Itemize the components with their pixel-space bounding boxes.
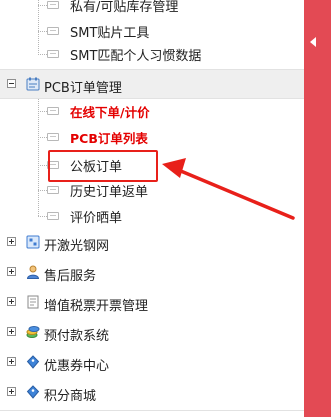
expand-icon[interactable] <box>7 237 16 246</box>
tree-item-label: 私有/可贴库存管理 <box>70 0 179 15</box>
coins-icon <box>26 326 40 338</box>
annotation-highlight-box <box>48 150 158 182</box>
tree-item-smt-habit[interactable]: SMT匹配个人习惯数据 <box>38 42 288 66</box>
coupon-icon <box>26 355 40 369</box>
tree-group-after-sales[interactable]: 售后服务 <box>0 258 304 288</box>
document-icon <box>47 1 59 9</box>
tree-item-private-inventory[interactable]: 私有/可贴库存管理 <box>38 0 288 17</box>
tree-item-label: SMT贴片工具 <box>70 25 150 41</box>
tree-group-label: PCB订单管理 <box>44 81 122 96</box>
tree-item-smt-tool[interactable]: SMT贴片工具 <box>38 19 288 43</box>
points-icon <box>26 385 40 399</box>
tree-group-pcb-orders[interactable]: PCB订单管理 <box>0 69 304 99</box>
expand-icon[interactable] <box>7 357 16 366</box>
document-icon <box>47 50 59 58</box>
invoice-icon <box>27 295 39 309</box>
tree-group-label: 预付款系统 <box>44 329 110 344</box>
document-icon <box>47 27 59 35</box>
tree-item-online-order[interactable]: 在线下单/计价 <box>38 99 288 123</box>
collapse-sidebar-bar[interactable] <box>304 0 331 417</box>
tree-group-points-mall[interactable]: 积分商城 <box>0 378 304 408</box>
tree-group-coupons[interactable]: 优惠券中心 <box>0 348 304 378</box>
expand-icon[interactable] <box>7 267 16 276</box>
tree-group-label: 积分商城 <box>44 389 97 404</box>
tree-group-laser-stencil[interactable]: 开激光钢网 <box>0 228 304 258</box>
tree-item-pcb-order-list[interactable]: PCB订单列表 <box>38 125 288 149</box>
tree-item-label: 在线下单/计价 <box>70 104 150 120</box>
tree-group-prepayment[interactable]: 预付款系统 <box>0 318 304 348</box>
tree-group-label: 开激光钢网 <box>44 239 110 254</box>
expand-icon[interactable] <box>7 327 16 336</box>
order-folder-icon <box>26 77 40 91</box>
document-icon <box>47 186 59 194</box>
document-icon <box>47 133 59 141</box>
tree-group-vat-invoice[interactable]: 增值税票开票管理 <box>0 288 304 318</box>
expand-icon[interactable] <box>7 297 16 306</box>
document-icon <box>47 212 59 220</box>
expand-icon[interactable] <box>7 387 16 396</box>
collapse-left-icon[interactable] <box>310 37 316 47</box>
sidebar-tree: 私有/可贴库存管理 SMT贴片工具 SMT匹配个人习惯数据 PCB订单管理 在线… <box>0 0 304 417</box>
divider <box>0 410 304 411</box>
tree-item-label: PCB订单列表 <box>70 130 148 146</box>
collapse-icon[interactable] <box>7 79 16 88</box>
document-icon <box>47 107 59 115</box>
tree-item-label: 历史订单返单 <box>70 184 149 200</box>
tree-group-label: 售后服务 <box>44 269 97 284</box>
tree-item-label: 评价晒单 <box>70 210 123 226</box>
tree-item-review[interactable]: 评价晒单 <box>38 204 288 228</box>
support-person-icon <box>26 265 40 279</box>
tree-group-label: 优惠券中心 <box>44 359 110 374</box>
tree-item-label: SMT匹配个人习惯数据 <box>70 48 202 64</box>
tree-group-label: 增值税票开票管理 <box>44 299 149 314</box>
stencil-icon <box>26 235 40 249</box>
